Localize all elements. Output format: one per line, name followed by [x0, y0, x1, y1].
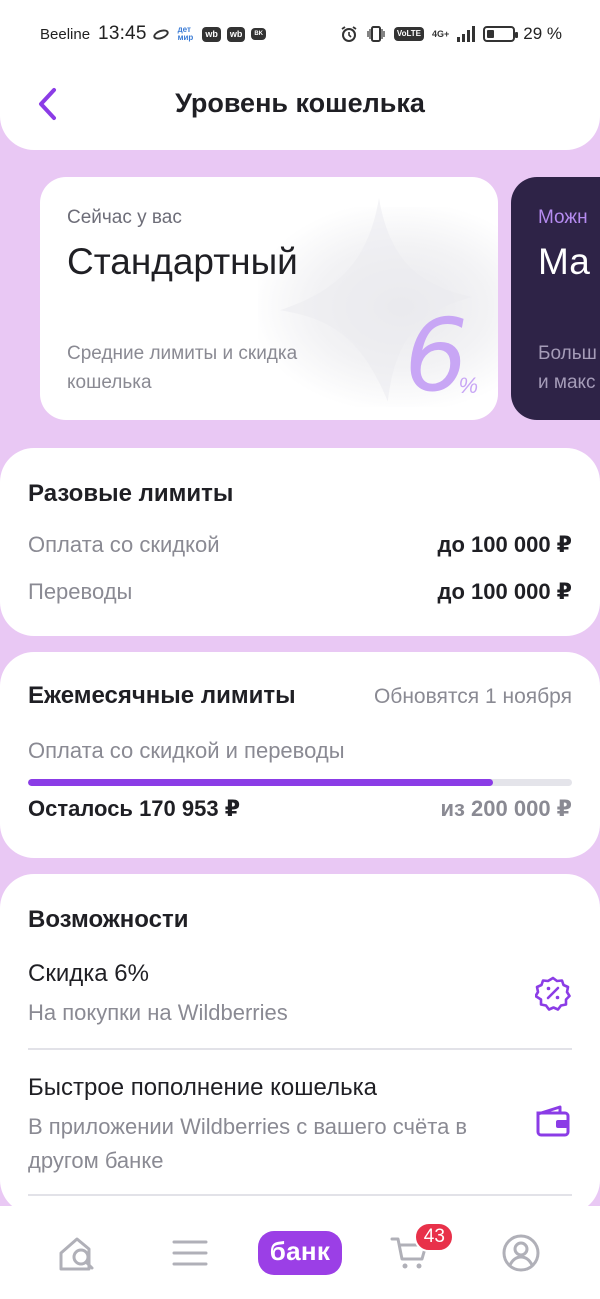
status-left: Beeline 13:45 дет мир wb wb BK — [40, 23, 266, 45]
nav-home[interactable] — [39, 1218, 119, 1288]
monthly-limits-panel: Ежемесячные лимиты Обновятся 1 ноября Оп… — [0, 652, 600, 858]
feature-subtitle: На покупки на Wildberries — [28, 1000, 288, 1025]
next-level-name: Ма — [538, 241, 590, 282]
nav-cart[interactable]: 43 — [370, 1218, 455, 1288]
status-time: 13:45 — [98, 23, 147, 44]
page-title: Уровень кошелька — [175, 88, 425, 118]
wallet-icon — [534, 1102, 572, 1140]
monthly-limits-subtitle: Оплата со скидкой и переводы — [28, 738, 345, 763]
home-search-icon — [59, 1237, 94, 1270]
divider — [28, 1048, 572, 1050]
battery-icon — [483, 26, 519, 42]
next-level-description-line: и макс — [538, 372, 596, 393]
next-level-card[interactable]: Можн Ма Больш и макс — [511, 177, 600, 420]
header: Уровень кошелька — [0, 68, 600, 150]
current-level-description: Средние лимиты и скидка кошелька — [67, 343, 298, 393]
feature-item-topup[interactable]: Быстрое пополнение кошелька В приложении… — [28, 1074, 572, 1178]
current-level-card[interactable]: Сейчас у вас Стандартный Средние лимиты … — [40, 177, 498, 420]
bottom-navigation: банк 43 — [0, 1206, 600, 1299]
limit-row-label: Оплата со скидкой — [28, 532, 220, 557]
feature-subtitle: В приложении Wildberries с вашего счёта … — [28, 1114, 468, 1173]
monthly-limits-header: Ежемесячные лимиты Обновятся 1 ноября — [28, 682, 572, 710]
current-level-discount-unit: % — [458, 373, 478, 398]
nav-bank[interactable]: банк — [257, 1218, 343, 1288]
monthly-limits-reset-note: Обновятся 1 ноября — [373, 685, 572, 708]
cart-count-badge: 43 — [414, 1221, 455, 1252]
monthly-limit-progress-bar — [28, 779, 572, 786]
next-level-description-line: Больш — [538, 343, 597, 364]
profile-icon — [502, 1234, 540, 1271]
burger-king-icon: BK — [251, 28, 266, 40]
alarm-icon — [341, 26, 357, 42]
monthly-limit-progress-fill — [28, 779, 494, 786]
nav-profile[interactable] — [481, 1218, 561, 1288]
discount-badge-icon — [534, 974, 572, 1012]
current-level-name: Стандартный — [67, 241, 298, 282]
limit-row-value: до 100 000 ₽ — [437, 532, 572, 557]
battery-percent: 29 % — [523, 24, 562, 43]
one-time-limits-title: Разовые лимиты — [28, 480, 234, 507]
monthly-limits-footer: Осталось 170 953 ₽ из 200 000 ₽ — [28, 796, 572, 822]
wb-icon: wb — [226, 26, 246, 42]
monthly-limit-total: из 200 000 ₽ — [440, 796, 572, 821]
next-level-kicker: Можн — [538, 207, 588, 228]
divider — [28, 1194, 572, 1196]
limit-row: Переводы до 100 000 ₽ — [28, 579, 572, 605]
limit-row-label: Переводы — [28, 579, 133, 604]
current-level-discount: 6 — [404, 297, 468, 414]
monthly-limits-title: Ежемесячные лимиты — [28, 682, 296, 709]
feature-title: Скидка 6% — [28, 960, 149, 987]
menu-icon — [172, 1240, 208, 1265]
status-bar: Beeline 13:45 дет мир wb wb BK VoLTE 4G+ … — [0, 0, 600, 68]
detmir-icon: дет мир — [174, 23, 197, 45]
volte-icon: VoLTE — [393, 27, 424, 41]
monthly-limit-remaining: Осталось 170 953 ₽ — [28, 796, 241, 821]
carrier-name: Beeline — [40, 25, 91, 43]
ring-icon — [151, 27, 170, 41]
one-time-limits-panel: Разовые лимиты Оплата со скидкой до 100 … — [0, 448, 600, 636]
network-type: 4G+ — [431, 29, 450, 39]
bank-button: банк — [257, 1230, 343, 1275]
nav-menu[interactable] — [150, 1218, 230, 1288]
current-level-kicker: Сейчас у вас — [67, 207, 182, 228]
features-title: Возможности — [28, 906, 189, 933]
feature-title: Быстрое пополнение кошелька — [28, 1074, 377, 1101]
limit-row-value: до 100 000 ₽ — [437, 579, 572, 604]
next-level-description: Больш и макс — [538, 339, 597, 397]
status-right: VoLTE 4G+ 29 % — [340, 24, 562, 44]
vibrate-icon — [367, 26, 385, 42]
signal-icon — [457, 26, 476, 42]
feature-item-discount[interactable]: Скидка 6% На покупки на Wildberries — [28, 960, 572, 1030]
level-cards-carousel[interactable]: Сейчас у вас Стандартный Средние лимиты … — [0, 150, 600, 450]
wb-icon: wb — [202, 26, 221, 42]
features-panel: Возможности Скидка 6% На покупки на Wild… — [0, 874, 600, 1214]
limit-row: Оплата со скидкой до 100 000 ₽ — [28, 532, 572, 558]
